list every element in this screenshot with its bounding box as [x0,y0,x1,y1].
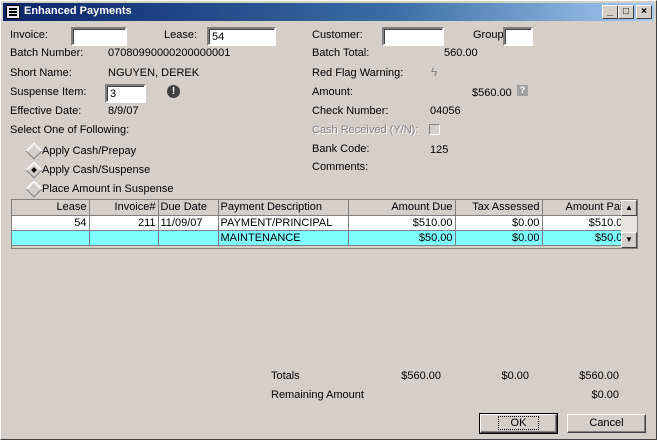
cell-tax-assessed[interactable]: $0.00 [455,230,543,246]
batch-number-label: Batch Number: [10,47,84,59]
enhanced-payments-window: Enhanced Payments _ □ × Invoice: Lease: … [0,0,657,440]
group-input[interactable] [503,27,533,46]
col-lease[interactable]: Lease [12,200,90,216]
suspense-item-label: Suspense Item: [10,86,87,98]
cash-received-checkbox[interactable] [429,124,440,135]
short-name-value: NGUYEN, DEREK [108,67,200,79]
cell-tax-assessed[interactable]: $0.00 [455,215,543,231]
amount-label: Amount: [312,86,353,98]
table-row[interactable]: MAINTENANCE $50.00 $0.00 $50.00 [12,230,632,246]
cancel-button[interactable]: Cancel [567,414,646,433]
cell-amount-paid[interactable]: $50.00 [542,230,632,246]
lease-label: Lease: [164,29,198,41]
table-row[interactable]: 54 211 11/09/07 PAYMENT/PRINCIPAL $510.0… [12,215,632,231]
title-bar: Enhanced Payments _ □ × [3,3,654,21]
cash-received-label: Cash Received (Y/N): [312,124,419,136]
ok-button[interactable]: OK [479,413,558,434]
remaining-amount-value: $0.00 [591,389,619,401]
cell-lease[interactable] [12,230,90,246]
customer-label: Customer: [312,29,363,41]
effective-date-value: 8/9/07 [108,105,139,117]
batch-total-label: Batch Total: [312,47,370,59]
grid-scrollbar[interactable]: ▲ ▼ [621,200,637,248]
cell-due-date[interactable] [158,230,219,246]
col-payment-description[interactable]: Payment Description [218,200,349,216]
close-button[interactable]: × [636,5,652,19]
group-label: Group [473,29,504,41]
short-name-label: Short Name: [10,67,72,79]
cell-invoice[interactable]: 211 [89,215,159,231]
cell-amount-due[interactable]: $510.00 [348,215,456,231]
comments-label: Comments: [312,161,369,173]
batch-total-value: 560.00 [444,47,478,59]
cell-payment-description[interactable]: MAINTENANCE [218,230,349,246]
lease-input[interactable] [207,27,276,46]
col-amount-paid[interactable]: Amount Paid [542,200,632,216]
invoice-input[interactable] [71,27,127,46]
scroll-down-icon[interactable]: ▼ [621,232,637,248]
effective-date-label: Effective Date: [10,105,82,117]
bank-code-label: Bank Code: [312,143,370,155]
apply-cash-prepay-radio[interactable] [25,142,43,160]
customer-input[interactable] [382,27,444,46]
minimize-button[interactable]: _ [602,5,618,19]
payments-grid[interactable]: Lease Invoice# Due Date Payment Descript… [11,199,638,249]
bank-code-value: 125 [430,144,449,156]
remaining-amount-label: Remaining Amount [271,389,364,401]
select-one-label: Select One of Following: [10,124,130,136]
totals-amount-due: $560.00 [401,370,441,382]
cell-amount-due[interactable]: $50.00 [348,230,456,246]
check-number-value: 04056 [430,105,461,117]
app-icon [6,5,20,19]
col-amount-due[interactable]: Amount Due [348,200,456,216]
scroll-up-icon[interactable]: ▲ [621,200,637,216]
col-due-date[interactable]: Due Date [158,200,219,216]
red-flag-warning-label: Red Flag Warning: [312,67,404,79]
cell-amount-paid[interactable]: $510.00 [542,215,632,231]
cell-lease[interactable]: 54 [12,215,90,231]
apply-cash-prepay-label[interactable]: Apply Cash/Prepay [42,145,136,157]
maximize-button[interactable]: □ [618,5,634,19]
red-flag-icon[interactable]: ϟ [431,65,437,79]
totals-label: Totals [271,370,300,382]
batch-number-value: 07080990000200000001 [108,47,231,59]
apply-cash-suspense-radio[interactable] [25,161,43,179]
help-icon[interactable]: ? [517,85,528,96]
apply-cash-suspense-label[interactable]: Apply Cash/Suspense [42,164,150,176]
totals-tax: $0.00 [501,370,529,382]
totals-amount-paid: $560.00 [579,370,619,382]
place-amount-suspense-label[interactable]: Place Amount in Suspense [42,183,173,195]
window-title: Enhanced Payments [24,5,132,17]
invoice-label: Invoice: [10,29,48,41]
cell-invoice[interactable] [89,230,159,246]
col-invoice[interactable]: Invoice# [89,200,159,216]
check-number-label: Check Number: [312,105,389,117]
suspense-item-input[interactable] [105,84,146,103]
amount-value: $560.00 [472,87,512,99]
col-tax-assessed[interactable]: Tax Assessed [455,200,543,216]
warning-icon[interactable]: ! [167,85,180,98]
grid-header: Lease Invoice# Due Date Payment Descript… [12,200,632,216]
cell-payment-description[interactable]: PAYMENT/PRINCIPAL [218,215,349,231]
place-amount-suspense-radio[interactable] [25,180,43,198]
cell-due-date[interactable]: 11/09/07 [158,215,219,231]
